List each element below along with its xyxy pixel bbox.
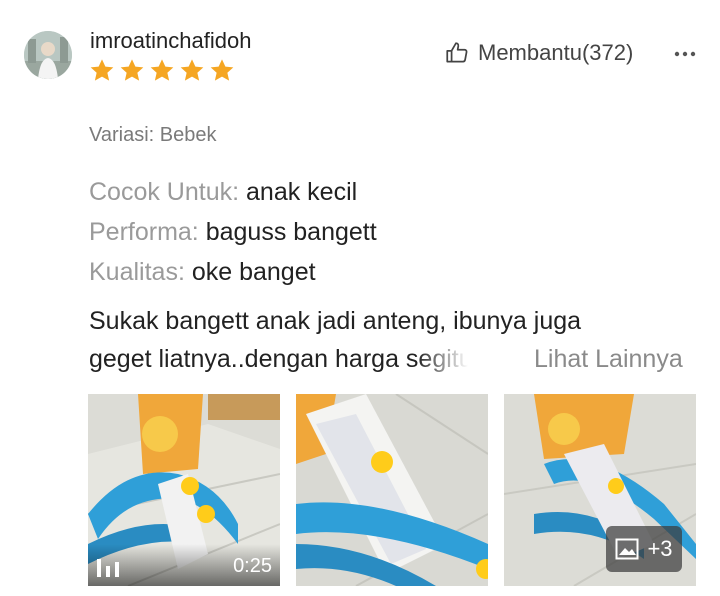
more-icon bbox=[674, 51, 696, 57]
video-icon bbox=[97, 559, 119, 577]
star-icon bbox=[150, 59, 174, 81]
star-icon bbox=[120, 59, 144, 81]
attribute-value: baguss bangett bbox=[205, 218, 377, 246]
review-text-truncated: geget liatnya..dengan harga segitu bbox=[89, 345, 473, 373]
review-text-line-2: geget liatnya..dengan harga segitu bbox=[89, 345, 477, 374]
username[interactable]: imroatinchafidoh bbox=[90, 28, 251, 54]
helpful-count: Membantu(372) bbox=[478, 40, 634, 65]
attribute-key: Performa: bbox=[89, 218, 199, 246]
more-media-badge: +3 bbox=[606, 526, 682, 572]
star-icon bbox=[180, 59, 204, 81]
attribute-value: anak kecil bbox=[246, 178, 358, 206]
helpful-button[interactable]: Membantu(372) bbox=[444, 40, 633, 66]
video-duration: 0:25 bbox=[233, 555, 272, 577]
attribute-suitable: Cocok Untuk: anak kecil bbox=[89, 178, 357, 207]
review-photo-thumbnail[interactable] bbox=[296, 394, 488, 586]
review-text-line-1: Sukak bangett anak jadi anteng, ibunya j… bbox=[89, 307, 582, 335]
attribute-key: Kualitas: bbox=[89, 258, 185, 286]
review-photo-thumbnail-more[interactable]: +3 bbox=[504, 394, 696, 586]
more-options-button[interactable] bbox=[670, 38, 700, 68]
review-video-thumbnail[interactable]: 0:25 bbox=[88, 394, 280, 586]
thumbs-up-icon bbox=[446, 42, 468, 63]
star-icon bbox=[90, 59, 114, 81]
attribute-key: Cocok Untuk: bbox=[89, 178, 240, 206]
star-icon bbox=[210, 59, 234, 81]
variant-label: Variasi: Bebek bbox=[89, 124, 217, 146]
rating-stars bbox=[88, 57, 236, 85]
image-icon bbox=[615, 538, 639, 560]
see-more-link[interactable]: Lihat Lainnya bbox=[534, 345, 683, 374]
more-media-count: +3 bbox=[647, 536, 673, 561]
photo-image bbox=[296, 394, 488, 586]
avatar-image bbox=[24, 31, 72, 79]
attribute-performance: Performa: baguss bangett bbox=[89, 218, 377, 247]
attribute-quality: Kualitas: oke banget bbox=[89, 258, 316, 287]
attribute-value: oke banget bbox=[191, 258, 316, 286]
avatar[interactable] bbox=[24, 31, 72, 79]
